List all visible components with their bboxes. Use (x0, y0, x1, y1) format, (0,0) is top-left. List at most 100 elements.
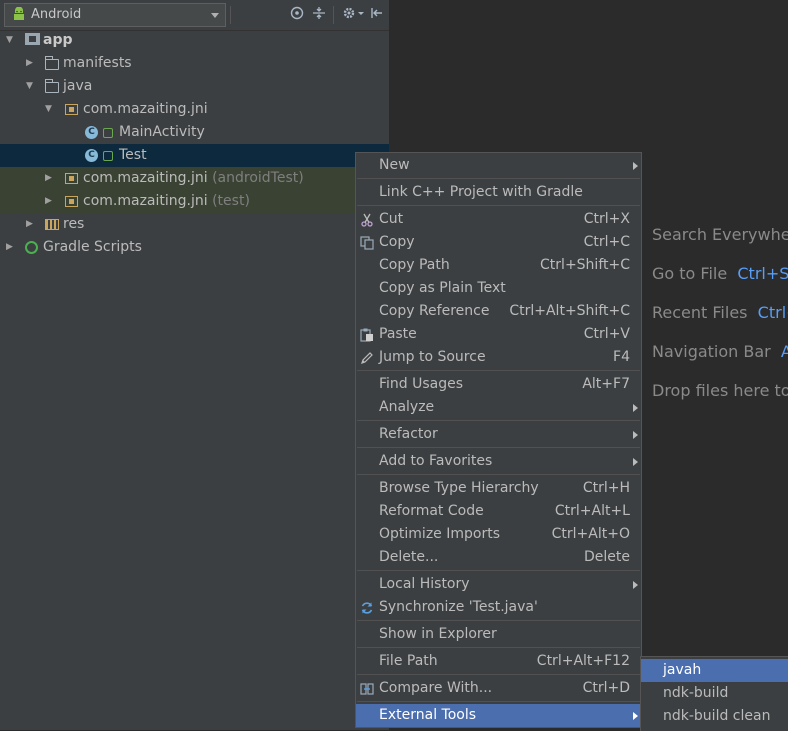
expand-arrow-icon[interactable]: ▼ (45, 98, 52, 121)
tree-item-label: com.mazaiting.jni (androidTest) (83, 170, 304, 186)
menu-label: Copy Reference (379, 303, 490, 319)
menu-label: Optimize Imports (379, 526, 500, 542)
toolbar-divider (230, 6, 231, 24)
tree-item-label: MainActivity (119, 124, 205, 140)
menu-item-refactor[interactable]: Refactor (356, 423, 641, 446)
menu-label: Reformat Code (379, 503, 484, 519)
tree-item-label: app (43, 32, 73, 48)
menu-item-link-cpp[interactable]: Link C++ Project with Gradle (356, 181, 641, 204)
context-menu: New Link C++ Project with Gradle Cut Ctrl… (355, 152, 642, 728)
hint-search-everywhere: Search Everywhere (652, 225, 788, 244)
menu-separator (357, 647, 640, 648)
collapse-arrow-icon[interactable]: ▶ (45, 167, 52, 190)
menu-separator (357, 205, 640, 206)
project-view-label: Android (31, 7, 82, 22)
submenu-arrow-icon (633, 404, 638, 412)
collapse-arrow-icon[interactable]: ▶ (26, 213, 33, 236)
submenu-arrow-icon (633, 162, 638, 170)
menu-item-jump-to-source[interactable]: Jump to Source F4 (356, 346, 641, 369)
gear-dropdown-icon[interactable] (357, 6, 365, 22)
menu-shortcut: Ctrl+Alt+F12 (536, 653, 630, 669)
tree-item-mainactivity[interactable]: C MainActivity (0, 121, 389, 144)
hide-panel-icon[interactable] (369, 6, 385, 22)
menu-item-delete[interactable]: Delete... Delete (356, 546, 641, 569)
menu-item-copy-path[interactable]: Copy Path Ctrl+Shift+C (356, 254, 641, 277)
menu-item-local-history[interactable]: Local History (356, 573, 641, 596)
menu-item-copy-plain-text[interactable]: Copy as Plain Text (356, 277, 641, 300)
menu-item-reformat-code[interactable]: Reformat Code Ctrl+Alt+L (356, 500, 641, 523)
menu-item-copy[interactable]: Copy Ctrl+C (356, 231, 641, 254)
collapse-arrow-icon[interactable]: ▶ (45, 190, 52, 213)
menu-item-optimize-imports[interactable]: Optimize Imports Ctrl+Alt+O (356, 523, 641, 546)
tree-item-test[interactable]: C Test (0, 144, 389, 167)
expand-arrow-icon[interactable]: ▼ (6, 29, 13, 52)
menu-label: Analyze (379, 399, 435, 415)
submenu-item-ndk-build-clean[interactable]: ndk-build clean (641, 705, 788, 728)
menu-label: Browse Type Hierarchy (379, 480, 539, 496)
menu-label: Copy (379, 234, 415, 250)
hint-recent-files: Recent Files Ctrl+ (652, 303, 788, 322)
menu-separator (357, 178, 640, 179)
menu-label: Copy as Plain Text (379, 280, 506, 296)
submenu-item-javah[interactable]: javah (641, 659, 788, 682)
menu-item-new[interactable]: New (356, 154, 641, 177)
menu-label: Copy Path (379, 257, 450, 273)
menu-label: Synchronize 'Test.java' (379, 599, 538, 615)
menu-item-cut[interactable]: Cut Ctrl+X (356, 208, 641, 231)
menu-label: ndk-build (663, 685, 729, 701)
menu-label: ndk-build clean (663, 708, 771, 724)
menu-item-compare-with[interactable]: Compare With... Ctrl+D (356, 677, 641, 700)
tree-item-package-androidtest[interactable]: ▶ com.mazaiting.jni (androidTest) (0, 167, 389, 190)
collapse-all-icon[interactable] (311, 6, 327, 22)
menu-item-paste[interactable]: Paste Ctrl+V (356, 323, 641, 346)
class-icon: C (85, 126, 98, 139)
menu-item-external-tools[interactable]: External Tools (356, 704, 641, 727)
chevron-down-icon (211, 13, 219, 18)
tree-item-label: res (63, 216, 85, 232)
menu-separator (357, 370, 640, 371)
expand-arrow-icon[interactable]: ▼ (26, 75, 33, 98)
menu-item-analyze[interactable]: Analyze (356, 396, 641, 419)
tree-item-label: manifests (63, 55, 132, 71)
tree-item-package[interactable]: ▼ com.mazaiting.jni (0, 98, 389, 121)
collapse-arrow-icon[interactable]: ▶ (6, 236, 13, 259)
menu-separator (357, 674, 640, 675)
copy-icon (360, 235, 374, 250)
collapse-arrow-icon[interactable]: ▶ (26, 52, 33, 75)
menu-shortcut: Ctrl+H (582, 480, 630, 496)
package-icon (65, 196, 78, 207)
paste-icon (360, 327, 374, 342)
menu-label: Local History (379, 576, 470, 592)
tree-item-res[interactable]: ▶ res (0, 213, 389, 236)
submenu-item-ndk-build[interactable]: ndk-build (641, 682, 788, 705)
menu-separator (357, 620, 640, 621)
tree-item-app[interactable]: ▼ app (0, 29, 389, 52)
menu-label: Link C++ Project with Gradle (379, 184, 583, 200)
lock-icon (103, 151, 113, 161)
menu-separator (357, 447, 640, 448)
menu-label: Cut (379, 211, 404, 227)
tree-item-gradle-scripts[interactable]: ▶ Gradle Scripts (0, 236, 389, 259)
submenu-arrow-icon (633, 431, 638, 439)
scroll-from-source-icon[interactable] (289, 6, 305, 22)
tree-item-java[interactable]: ▼ java (0, 75, 389, 98)
menu-item-show-in-explorer[interactable]: Show in Explorer (356, 623, 641, 646)
gear-icon[interactable] (341, 6, 357, 22)
android-icon (11, 6, 27, 27)
menu-item-synchronize[interactable]: Synchronize 'Test.java' (356, 596, 641, 619)
external-tools-submenu: javah ndk-build ndk-build clean (640, 656, 788, 731)
menu-item-copy-reference[interactable]: Copy Reference Ctrl+Alt+Shift+C (356, 300, 641, 323)
menu-item-browse-type-hierarchy[interactable]: Browse Type Hierarchy Ctrl+H (356, 477, 641, 500)
menu-item-find-usages[interactable]: Find Usages Alt+F7 (356, 373, 641, 396)
tree-item-package-test[interactable]: ▶ com.mazaiting.jni (test) (0, 190, 389, 213)
menu-label: File Path (379, 653, 438, 669)
menu-item-add-to-favorites[interactable]: Add to Favorites (356, 450, 641, 473)
project-view-dropdown[interactable]: Android (4, 3, 226, 27)
submenu-arrow-icon (633, 712, 638, 720)
menu-label: Delete... (379, 549, 439, 565)
menu-label: Refactor (379, 426, 438, 442)
menu-shortcut: Ctrl+Shift+C (540, 257, 630, 273)
package-icon (65, 104, 78, 115)
tree-item-manifests[interactable]: ▶ manifests (0, 52, 389, 75)
menu-item-file-path[interactable]: File Path Ctrl+Alt+F12 (356, 650, 641, 673)
